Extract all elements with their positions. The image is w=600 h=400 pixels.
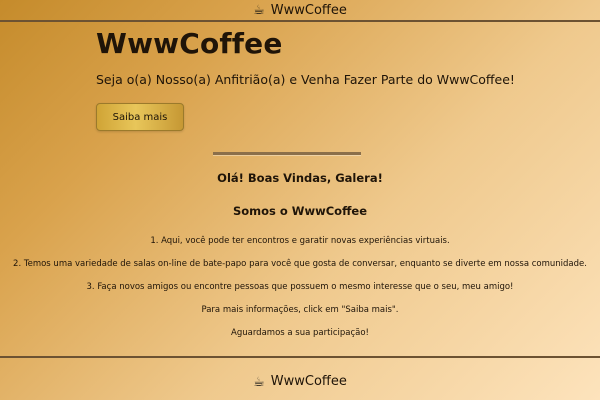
info-line-1: 1. Aqui, você pode ter encontros e garat…	[150, 236, 450, 246]
section-divider	[213, 152, 361, 155]
hero-section: WwwCoffee Seja o(a) Nosso(a) Anfitrião(a…	[96, 28, 566, 88]
info-line-3: 3. Faça novos amigos ou encontre pessoas…	[86, 282, 514, 292]
info-line-5: Aguardamos a sua participação!	[231, 328, 369, 338]
top-header: ☕ WwwCoffee	[0, 0, 600, 22]
info-line-2: 2. Temos uma variedade de salas on-line …	[13, 259, 587, 269]
hero-subtitle: Seja o(a) Nosso(a) Anfitrião(a) e Venha …	[96, 72, 515, 87]
hero-title: WwwCoffee	[96, 27, 283, 60]
coffee-cup-icon: ☕	[253, 2, 265, 18]
welcome-title: Olá! Boas Vindas, Galera!	[217, 171, 383, 185]
saiba-mais-button[interactable]: Saiba mais	[96, 103, 184, 131]
footer-divider	[0, 356, 600, 358]
coffee-cup-icon: ☕	[253, 374, 265, 390]
header-brand: WwwCoffee	[270, 2, 347, 18]
info-list: 1. Aqui, você pode ter encontros e garat…	[0, 236, 600, 339]
info-line-4: Para mais informações, click em "Saiba m…	[201, 305, 399, 315]
section-title: Somos o WwwCoffee	[232, 204, 367, 218]
footer-brand: WwwCoffee	[270, 374, 347, 389]
footer: ☕ WwwCoffee	[0, 374, 600, 390]
